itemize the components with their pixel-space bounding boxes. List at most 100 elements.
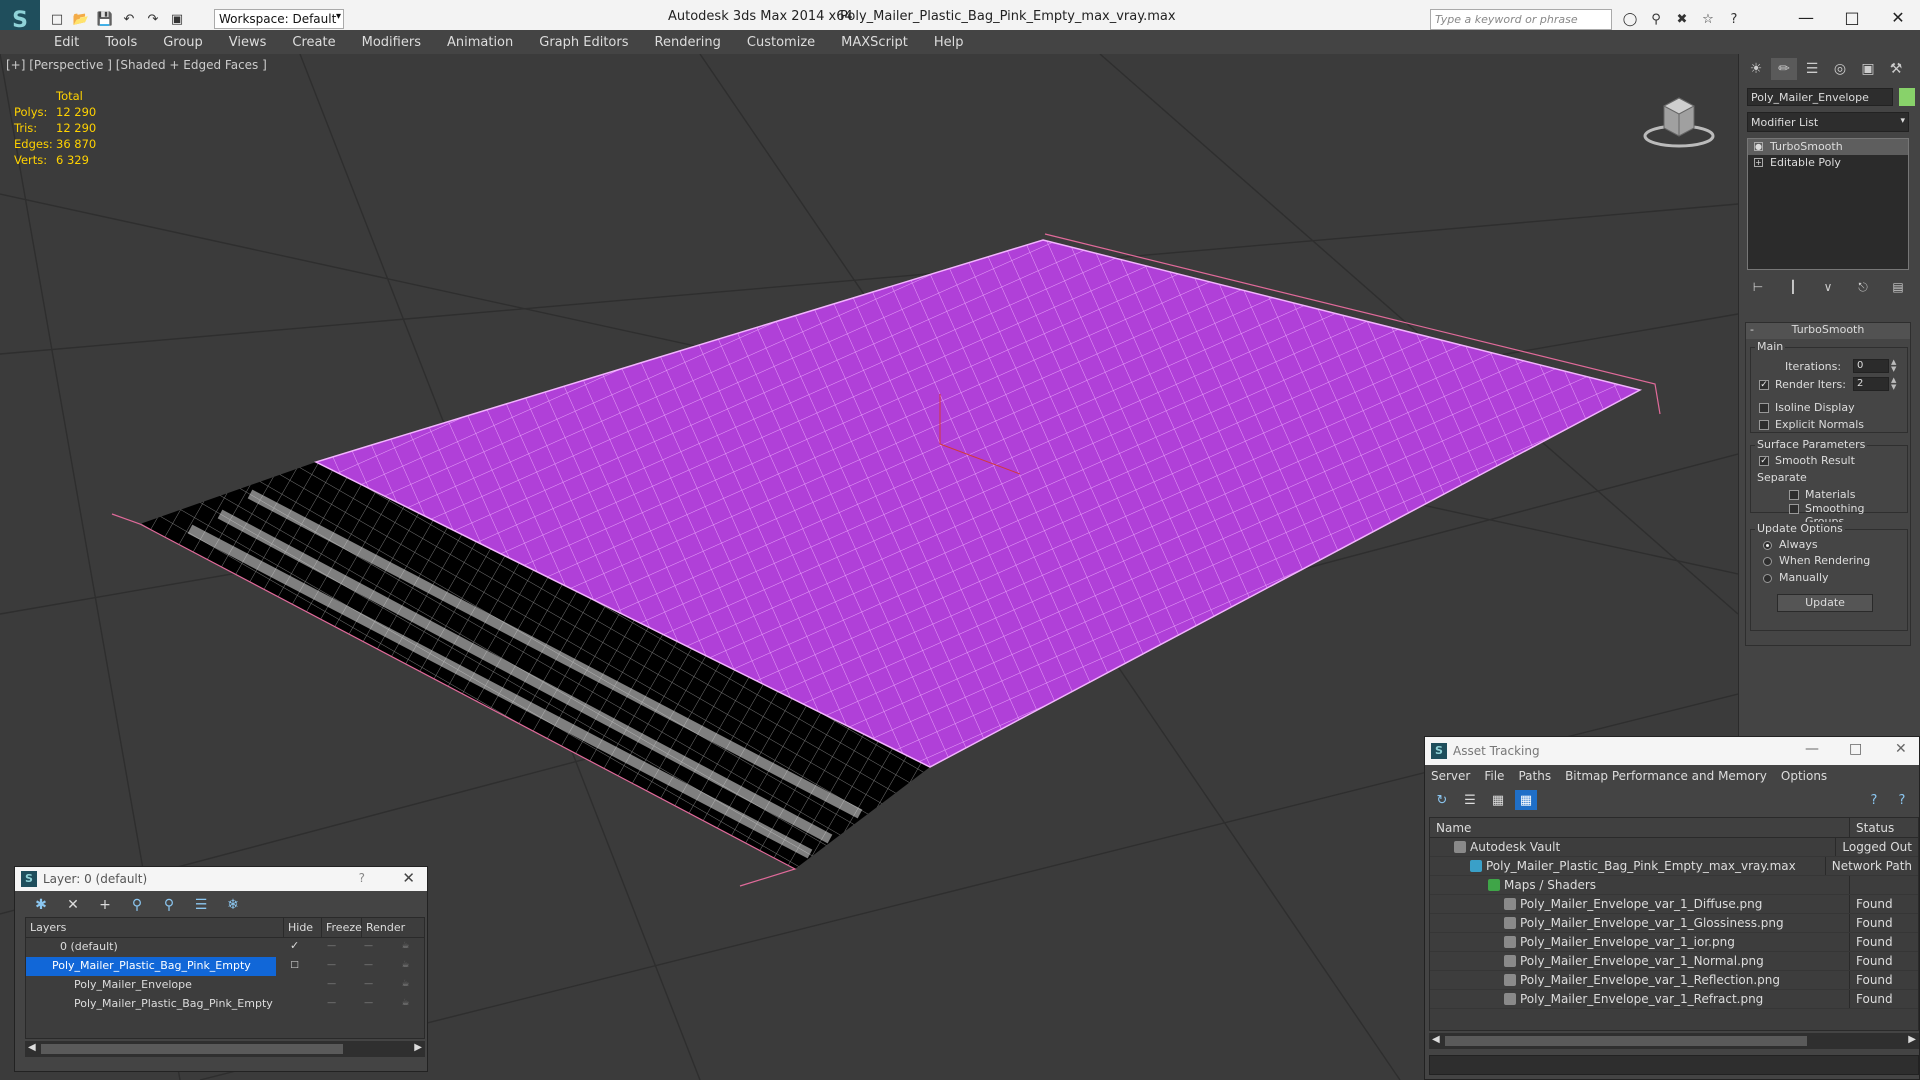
show-end-result-icon[interactable]: ┃	[1782, 278, 1804, 296]
help-icon[interactable]: ?	[1863, 790, 1885, 810]
highlight-selected-icon[interactable]: ⚲	[157, 894, 181, 916]
table-row[interactable]: Poly_Mailer_Plastic_Bag_Pink_Empty_max_v…	[1430, 857, 1918, 876]
asset-path-field[interactable]	[1429, 1055, 1919, 1075]
binoculars-icon[interactable]: ◯	[1620, 10, 1640, 28]
menu-customize[interactable]: Customize	[747, 35, 815, 50]
table-row[interactable]: Poly_Mailer_Envelope_var_1_Refract.png F…	[1430, 990, 1918, 1009]
table-row[interactable]: Autodesk Vault Logged Out	[1430, 838, 1918, 857]
spinner-arrows-icon[interactable]: ▲ ▼	[1891, 377, 1899, 391]
iterations-spinner[interactable]: 0	[1853, 359, 1889, 373]
redo-icon[interactable]: ↷	[144, 11, 162, 27]
refresh-icon[interactable]: ↻	[1431, 790, 1453, 810]
when-rendering-radio[interactable]	[1763, 557, 1772, 566]
materials-checkbox[interactable]	[1789, 490, 1799, 500]
make-unique-icon[interactable]: ∨	[1817, 278, 1839, 296]
utilities-tab-icon[interactable]: ⚒	[1883, 58, 1909, 80]
table-view-icon[interactable]: ▦	[1515, 790, 1537, 810]
render-iters-spinner[interactable]: 2	[1853, 377, 1889, 391]
menu-group[interactable]: Group	[163, 35, 203, 50]
layer-row[interactable]: Poly_Mailer_Envelope — — ☕	[26, 976, 424, 995]
thumbnail-view-icon[interactable]: ▦	[1487, 790, 1509, 810]
rollout-header[interactable]: - TurboSmooth	[1746, 323, 1910, 339]
minimize-icon[interactable]: —	[1805, 741, 1819, 757]
freeze-all-icon[interactable]: ❄	[221, 894, 245, 916]
wrench-icon[interactable]: ✖	[1672, 10, 1692, 28]
col-layers[interactable]: Layers	[26, 918, 284, 937]
always-radio[interactable]	[1763, 541, 1772, 550]
freeze-toggle[interactable]: —	[350, 938, 387, 957]
layer-horizontal-scrollbar[interactable]: ◀ ▶	[25, 1041, 425, 1057]
menu-bitmap-performance[interactable]: Bitmap Performance and Memory	[1565, 769, 1767, 783]
lightbulb-icon[interactable]: ●	[1754, 142, 1763, 151]
configure-sets-icon[interactable]: ▤	[1887, 278, 1909, 296]
menu-create[interactable]: Create	[292, 35, 335, 50]
spinner-arrows-icon[interactable]: ▲ ▼	[1891, 359, 1899, 373]
isoline-display-checkbox[interactable]	[1759, 403, 1769, 413]
star-icon[interactable]: ☆	[1698, 10, 1718, 28]
menu-maxscript[interactable]: MAXScript	[841, 35, 908, 50]
pin-stack-icon[interactable]: ⊢	[1747, 278, 1769, 296]
menu-rendering[interactable]: Rendering	[655, 35, 721, 50]
help-button[interactable]: ?	[359, 871, 365, 885]
render-teapot-icon[interactable]: ☕	[387, 976, 424, 995]
scrollbar-thumb[interactable]	[1445, 1036, 1807, 1046]
scroll-right-icon[interactable]: ▶	[1908, 1034, 1916, 1045]
close-icon[interactable]: ✕	[402, 869, 415, 887]
select-objects-icon[interactable]: ⚲	[125, 894, 149, 916]
remove-modifier-icon[interactable]: ⎋	[1852, 278, 1874, 296]
render-teapot-icon[interactable]: ☕	[387, 938, 424, 957]
modifier-list-dropdown[interactable]: Modifier List ▾	[1747, 112, 1909, 132]
scrollbar-thumb[interactable]	[41, 1044, 343, 1054]
help-icon[interactable]: ?	[1724, 10, 1744, 28]
render-teapot-icon[interactable]: ☕	[387, 995, 424, 1014]
table-row[interactable]: Poly_Mailer_Envelope_var_1_Glossiness.pn…	[1430, 914, 1918, 933]
layer-row[interactable]: Poly_Mailer_Plastic_Bag_Pink_Empty □ — —…	[26, 957, 424, 976]
help-search-icon[interactable]: ?	[1891, 790, 1913, 810]
close-icon[interactable]: ✕	[1895, 741, 1907, 757]
hide-toggle[interactable]: —	[313, 957, 350, 976]
save-file-icon[interactable]: 💾	[96, 11, 114, 27]
minimize-button[interactable]: —	[1786, 6, 1826, 28]
manually-radio[interactable]	[1763, 574, 1772, 583]
table-row[interactable]: Poly_Mailer_Envelope_var_1_ior.png Found	[1430, 933, 1918, 952]
modify-tab-icon[interactable]: ✏	[1771, 58, 1797, 80]
menu-graph-editors[interactable]: Graph Editors	[539, 35, 628, 50]
menu-animation[interactable]: Animation	[447, 35, 513, 50]
hide-toggle[interactable]: —	[313, 995, 350, 1014]
create-layer-icon[interactable]: ✱	[29, 894, 53, 916]
key-icon[interactable]: ⚲	[1646, 10, 1666, 28]
create-tab-icon[interactable]: ☀	[1743, 58, 1769, 80]
viewport-label[interactable]: [+] [Perspective ] [Shaded + Edged Faces…	[6, 58, 267, 72]
menu-paths[interactable]: Paths	[1518, 769, 1551, 783]
stack-item-editable-poly[interactable]: + Editable Poly	[1748, 155, 1908, 171]
scroll-left-icon[interactable]: ◀	[28, 1042, 36, 1053]
freeze-toggle[interactable]: —	[350, 957, 387, 976]
viewcube-icon[interactable]	[1642, 90, 1716, 150]
add-to-layer-icon[interactable]: +	[93, 894, 117, 916]
table-row[interactable]: Poly_Mailer_Envelope_var_1_Normal.png Fo…	[1430, 952, 1918, 971]
asset-window-titlebar[interactable]: S Asset Tracking — □ ✕	[1425, 737, 1919, 765]
update-button[interactable]: Update	[1777, 594, 1873, 612]
hide-all-icon[interactable]: ☰	[189, 894, 213, 916]
maximize-button[interactable]: □	[1832, 6, 1872, 28]
hide-toggle[interactable]: —	[313, 938, 350, 957]
freeze-toggle[interactable]: —	[350, 976, 387, 995]
workspace-dropdown[interactable]: Workspace: Default ▾	[214, 9, 344, 29]
current-layer-icon[interactable]: □	[276, 957, 313, 976]
hierarchy-tab-icon[interactable]: ☰	[1799, 58, 1825, 80]
scroll-right-icon[interactable]: ▶	[414, 1042, 422, 1053]
render-teapot-icon[interactable]: ☕	[387, 957, 424, 976]
menu-tools[interactable]: Tools	[105, 35, 137, 50]
maximize-icon[interactable]: □	[1849, 741, 1862, 757]
layer-row[interactable]: Poly_Mailer_Plastic_Bag_Pink_Empty — — ☕	[26, 995, 424, 1014]
list-view-icon[interactable]: ☰	[1459, 790, 1481, 810]
menu-file[interactable]: File	[1484, 769, 1504, 783]
menu-help[interactable]: Help	[934, 35, 964, 50]
menu-modifiers[interactable]: Modifiers	[362, 35, 421, 50]
col-freeze[interactable]: Freeze	[322, 918, 362, 937]
close-button[interactable]: ✕	[1878, 6, 1918, 28]
motion-tab-icon[interactable]: ◎	[1827, 58, 1853, 80]
layer-row[interactable]: 0 (default) ✓ — — ☕	[26, 938, 424, 957]
menu-edit[interactable]: Edit	[54, 35, 79, 50]
scroll-left-icon[interactable]: ◀	[1432, 1034, 1440, 1045]
